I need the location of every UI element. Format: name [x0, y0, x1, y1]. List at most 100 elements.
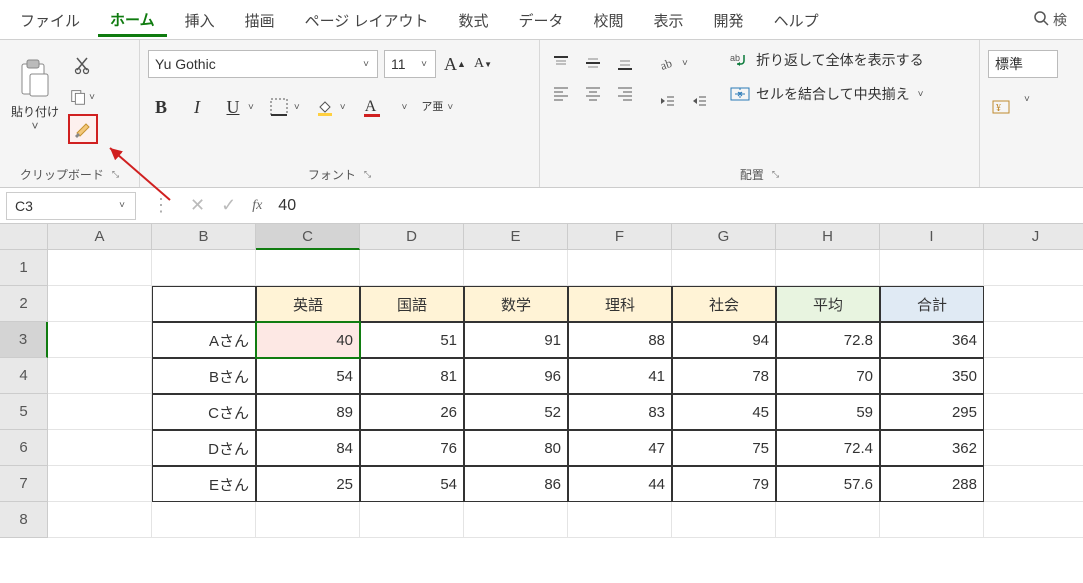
cell[interactable] [672, 502, 776, 538]
tab-file[interactable]: ファイル [8, 4, 92, 35]
cell[interactable] [48, 322, 152, 358]
cell[interactable]: 79 [672, 466, 776, 502]
tab-insert[interactable]: 挿入 [173, 4, 227, 35]
cell[interactable]: 362 [880, 430, 984, 466]
cell[interactable]: 59 [776, 394, 880, 430]
tab-data[interactable]: データ [507, 4, 576, 35]
row-header-6[interactable]: 6 [0, 430, 48, 466]
cell[interactable] [152, 502, 256, 538]
cell[interactable]: 44 [568, 466, 672, 502]
font-name-select[interactable]: Yu Gothic ˅ [148, 50, 378, 78]
cell[interactable] [152, 286, 256, 322]
cell[interactable] [984, 430, 1083, 466]
cell[interactable]: 51 [360, 322, 464, 358]
accounting-format-button[interactable]: ¥ [988, 94, 1014, 120]
row-header-7[interactable]: 7 [0, 466, 48, 502]
cell[interactable] [48, 286, 152, 322]
col-header-e[interactable]: E [464, 224, 568, 250]
paste-button[interactable] [13, 50, 57, 106]
active-cell[interactable]: 40 [256, 322, 360, 358]
cell[interactable]: 英語 [256, 286, 360, 322]
cell[interactable] [776, 502, 880, 538]
cell[interactable] [48, 394, 152, 430]
fx-icon[interactable]: fx [244, 198, 270, 214]
cell[interactable] [984, 286, 1083, 322]
col-header-h[interactable]: H [776, 224, 880, 250]
cell[interactable] [360, 250, 464, 286]
cell[interactable] [48, 502, 152, 538]
tab-review[interactable]: 校閲 [582, 4, 636, 35]
cell[interactable]: 理科 [568, 286, 672, 322]
cell[interactable]: Aさん [152, 322, 256, 358]
col-header-i[interactable]: I [880, 224, 984, 250]
fill-color-button[interactable] [312, 94, 338, 120]
chevron-down-icon[interactable]: ˅ [338, 102, 348, 113]
underline-button[interactable]: U [220, 94, 246, 120]
cell[interactable] [984, 394, 1083, 430]
paste-dropdown[interactable]: ˅ [8, 119, 62, 133]
name-box[interactable]: C3 ˅ [6, 192, 136, 220]
increase-indent-button[interactable] [686, 88, 712, 114]
cell[interactable]: 80 [464, 430, 568, 466]
cell[interactable]: 72.4 [776, 430, 880, 466]
font-dialog-launcher[interactable]: ⤡ [364, 169, 371, 180]
cell[interactable]: 94 [672, 322, 776, 358]
cell[interactable]: 57.6 [776, 466, 880, 502]
cell[interactable]: Eさん [152, 466, 256, 502]
cell[interactable]: 45 [672, 394, 776, 430]
cell[interactable] [152, 250, 256, 286]
chevron-down-icon[interactable]: ˅ [246, 102, 256, 113]
cell[interactable]: 41 [568, 358, 672, 394]
cell[interactable]: Dさん [152, 430, 256, 466]
cell[interactable] [48, 466, 152, 502]
wrap-text-button[interactable]: ab 折り返して全体を表示する [730, 50, 925, 70]
cell[interactable]: 54 [360, 466, 464, 502]
cell[interactable] [256, 502, 360, 538]
cell[interactable]: Cさん [152, 394, 256, 430]
chevron-down-icon[interactable]: ˅ [680, 58, 690, 69]
align-center-button[interactable] [580, 80, 606, 106]
cell[interactable]: 350 [880, 358, 984, 394]
cell[interactable]: 91 [464, 322, 568, 358]
cell[interactable] [48, 430, 152, 466]
cell[interactable]: 47 [568, 430, 672, 466]
cell[interactable]: 54 [256, 358, 360, 394]
cell[interactable]: 75 [672, 430, 776, 466]
cell[interactable]: 84 [256, 430, 360, 466]
cell[interactable]: 25 [256, 466, 360, 502]
col-header-a[interactable]: A [48, 224, 152, 250]
bold-button[interactable]: B [148, 94, 174, 120]
cell[interactable] [464, 502, 568, 538]
cell[interactable]: 96 [464, 358, 568, 394]
phonetic-button[interactable]: ア亜 [419, 94, 445, 120]
cell[interactable]: 26 [360, 394, 464, 430]
increase-font-size-button[interactable]: A▲ [442, 51, 468, 77]
cell[interactable]: 89 [256, 394, 360, 430]
alignment-dialog-launcher[interactable]: ⤡ [772, 169, 779, 180]
cell[interactable] [568, 502, 672, 538]
row-header-3[interactable]: 3 [0, 322, 48, 358]
row-header-4[interactable]: 4 [0, 358, 48, 394]
tab-formulas[interactable]: 数式 [446, 4, 500, 35]
cell[interactable] [880, 502, 984, 538]
borders-button[interactable] [266, 94, 292, 120]
font-size-select[interactable]: 11 ˅ [384, 50, 436, 78]
select-all-corner[interactable] [0, 224, 48, 250]
col-header-d[interactable]: D [360, 224, 464, 250]
cut-button[interactable] [68, 50, 98, 80]
cell[interactable] [776, 250, 880, 286]
col-header-b[interactable]: B [152, 224, 256, 250]
tab-draw[interactable]: 描画 [233, 4, 287, 35]
cell[interactable] [464, 250, 568, 286]
cell[interactable]: 国語 [360, 286, 464, 322]
chevron-down-icon[interactable]: ˅ [445, 102, 455, 113]
cell[interactable]: 数学 [464, 286, 568, 322]
align-middle-button[interactable] [580, 50, 606, 76]
orientation-button[interactable]: ab [654, 50, 680, 76]
col-header-f[interactable]: F [568, 224, 672, 250]
row-header-5[interactable]: 5 [0, 394, 48, 430]
clipboard-dialog-launcher[interactable]: ⤡ [112, 169, 119, 180]
align-bottom-button[interactable] [612, 50, 638, 76]
tab-home[interactable]: ホーム [98, 3, 167, 37]
number-format-select[interactable]: 標準 [988, 50, 1058, 78]
